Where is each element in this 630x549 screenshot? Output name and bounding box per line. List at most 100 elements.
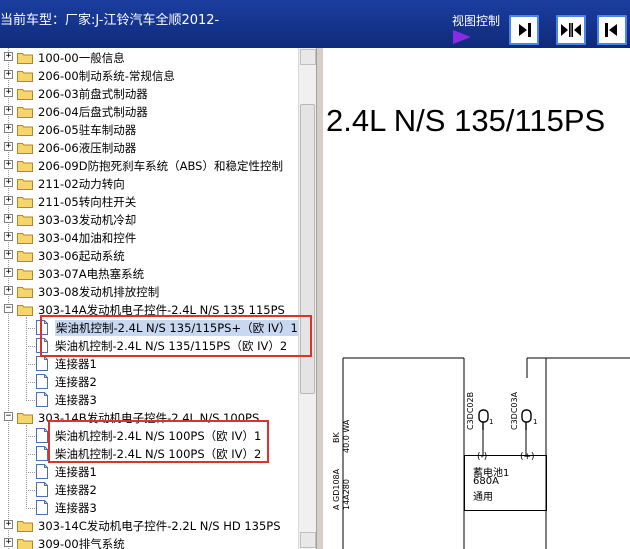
battery-component[interactable]: (-) (+) 蓄电池1 680A 通用 [464, 452, 547, 511]
tree-folder-item[interactable]: +303-07A电热塞系统 [0, 265, 300, 283]
collapse-toggle-icon[interactable]: − [4, 304, 13, 313]
expand-toggle-icon[interactable]: + [4, 178, 13, 187]
tree-branch-line [26, 508, 35, 509]
tree-item-label: 连接器2 [55, 375, 97, 389]
document-icon [36, 482, 48, 497]
tree-item-label: 连接器1 [55, 465, 97, 479]
document-icon [36, 500, 48, 515]
document-icon [36, 428, 48, 443]
split-view-button[interactable] [556, 15, 586, 45]
tree-child-guide-line [26, 317, 27, 399]
tree-item-label: 309-00排气系统 [38, 537, 125, 549]
tree-folder-item[interactable]: +303-04加油和控件 [0, 229, 300, 247]
battery-plus-label: (+) [520, 452, 535, 462]
tree-item-label: 206-06液压制动器 [38, 141, 137, 155]
expand-toggle-icon[interactable]: + [4, 196, 13, 205]
tree-item-label: 303-07A电热塞系统 [38, 267, 145, 281]
wire-gauge-label: 40.0 WA [342, 419, 351, 453]
folder-icon [17, 197, 33, 208]
tree-doc-item[interactable]: 连接器3 [0, 391, 300, 409]
scroll-up-arrow-icon[interactable] [300, 49, 316, 65]
expand-toggle-icon[interactable]: + [4, 520, 13, 529]
folder-icon [17, 53, 33, 64]
document-icon [36, 356, 48, 371]
tree-folder-item[interactable]: +303-08发动机排放控制 [0, 283, 300, 301]
tree-folder-item[interactable]: +309-00排气系统 [0, 535, 300, 549]
tree-item-label: 303-06起动系统 [38, 249, 125, 263]
tree-branch-line [26, 454, 35, 455]
wire-harness-label: 14A280 [342, 479, 351, 510]
expand-toggle-icon[interactable]: + [4, 232, 13, 241]
connector-c3dc02b-label: C3DC02B [466, 391, 475, 430]
highlight-box-1 [40, 315, 312, 357]
panel-splitter[interactable] [316, 48, 324, 549]
folder-icon [17, 107, 33, 118]
tree-folder-item[interactable]: +206-03前盘式制动器 [0, 85, 300, 103]
pin-left-label: 1 [489, 418, 494, 426]
tree-folder-item[interactable]: +211-05转向柱开关 [0, 193, 300, 211]
tree-folder-item[interactable]: +303-14C发动机电子控件-2.2L N/S HD 135PS [0, 517, 300, 535]
arrows-split-icon [561, 23, 581, 37]
expand-toggle-icon[interactable]: + [4, 52, 13, 61]
expand-toggle-icon[interactable]: + [4, 106, 13, 115]
tree-folder-item[interactable]: +211-02动力转向 [0, 175, 300, 193]
document-icon [36, 464, 48, 479]
tree-branch-line [26, 490, 35, 491]
highlight-box-2 [48, 420, 269, 463]
folder-icon [17, 161, 33, 172]
folder-icon [17, 287, 33, 298]
expand-toggle-icon[interactable]: + [4, 124, 13, 133]
expand-toggle-icon[interactable]: + [4, 70, 13, 79]
tree-folder-item[interactable]: +206-09D防抱死刹车系统（ABS）和稳定性控制 [0, 157, 300, 175]
tree-item-label: 206-09D防抱死刹车系统（ABS）和稳定性控制 [38, 159, 283, 173]
expand-toggle-icon[interactable]: + [4, 160, 13, 169]
top-bar: 当前车型：厂家:J-江铃汽车全顺2012- 视图控制 [0, 0, 630, 48]
battery-rating: 680A [473, 476, 499, 487]
tree-branch-line [26, 382, 35, 383]
show-left-button[interactable] [597, 15, 627, 45]
expand-toggle-icon[interactable]: + [4, 88, 13, 97]
tree-folder-item[interactable]: +303-06起动系统 [0, 247, 300, 265]
tree-item-label: 206-04后盘式制动器 [38, 105, 148, 119]
folder-icon [17, 251, 33, 262]
wiring-diagram-view[interactable]: 2.4L N/S 135/115PS BK 40.0 WA A GD108A 1… [324, 48, 630, 549]
collapse-toggle-icon[interactable]: − [4, 412, 13, 421]
show-right-button[interactable] [509, 15, 539, 45]
tree-branch-line [26, 472, 35, 473]
view-control-arrow-icon [453, 30, 471, 44]
tree-doc-item[interactable]: 连接器1 [0, 355, 300, 373]
folder-icon [17, 521, 33, 532]
tree-item-label: 连接器1 [55, 357, 97, 371]
battery-minus-label: (-) [477, 452, 488, 462]
expand-toggle-icon[interactable]: + [4, 250, 13, 259]
expand-toggle-icon[interactable]: + [4, 538, 13, 547]
tree-folder-item[interactable]: +100-00一般信息 [0, 49, 300, 67]
tree-item-label: 303-04加油和控件 [38, 231, 137, 245]
tree-folder-item[interactable]: +206-00制动系统-常规信息 [0, 67, 300, 85]
expand-toggle-icon[interactable]: + [4, 214, 13, 223]
tree-branch-line [26, 364, 35, 365]
tree-doc-item[interactable]: 连接器3 [0, 499, 300, 517]
tree-doc-item[interactable]: 连接器1 [0, 463, 300, 481]
tree-item-label: 303-14C发动机电子控件-2.2L N/S HD 135PS [38, 519, 281, 533]
wiring-tree: +100-00一般信息 +206-00制动系统-常规信息 +206-03前盘式制动器… [0, 48, 300, 549]
tree-folder-item[interactable]: +206-04后盘式制动器 [0, 103, 300, 121]
scroll-down-arrow-icon[interactable] [300, 532, 316, 548]
tree-item-label: 206-00制动系统-常规信息 [38, 69, 175, 83]
tree-folder-item[interactable]: +206-06液压制动器 [0, 139, 300, 157]
folder-icon [17, 215, 33, 226]
folder-icon [17, 233, 33, 244]
tree-doc-item[interactable]: 连接器2 [0, 373, 300, 391]
tree-folder-item[interactable]: +206-05驻车制动器 [0, 121, 300, 139]
tree-doc-item[interactable]: 连接器2 [0, 481, 300, 499]
connector-c3dc03a-label: C3DC03A [510, 391, 519, 430]
tree-scrollbar[interactable] [298, 48, 316, 549]
expand-toggle-icon[interactable]: + [4, 268, 13, 277]
tree-item-label: 连接器3 [55, 393, 97, 407]
wire-color-label: BK [332, 432, 341, 443]
document-icon [36, 446, 48, 461]
expand-toggle-icon[interactable]: + [4, 142, 13, 151]
tree-folder-item[interactable]: +303-03发动机冷却 [0, 211, 300, 229]
expand-toggle-icon[interactable]: + [4, 286, 13, 295]
folder-icon [17, 71, 33, 82]
